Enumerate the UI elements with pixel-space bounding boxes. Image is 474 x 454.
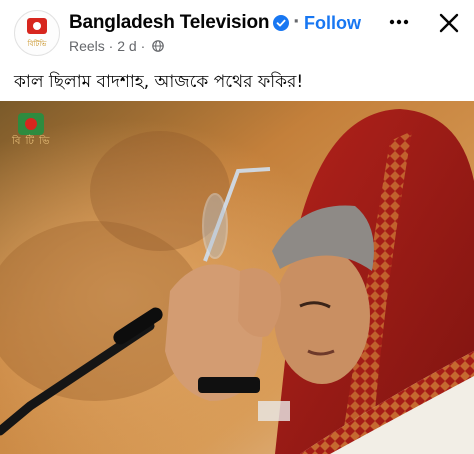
page-name-link[interactable]: Bangladesh Television <box>69 12 269 34</box>
separator-dot: · <box>293 12 300 32</box>
btv-logo-icon <box>27 18 47 34</box>
close-icon[interactable] <box>437 11 461 35</box>
verified-badge-icon <box>273 15 289 31</box>
page-avatar[interactable]: বিটিভি <box>14 10 60 56</box>
watermark-text: বি টি ভি <box>12 136 51 147</box>
follow-button[interactable]: Follow <box>304 13 361 34</box>
post-meta: Reels · 2 d · <box>69 38 164 54</box>
photo-illustration <box>0 101 474 454</box>
avatar-logo-text: বিটিভি <box>27 40 47 48</box>
post-caption: কাল ছিলাম বাদশাহ, আজকে পথের ফকির! <box>14 72 304 92</box>
post-meta-text: Reels · 2 d · <box>69 38 146 54</box>
more-options-icon[interactable] <box>387 10 411 34</box>
globe-icon <box>152 40 164 52</box>
post-header: বিটিভি Bangladesh Television · Follow Re… <box>0 0 474 62</box>
post-photo[interactable]: বি টি ভি <box>0 101 474 454</box>
